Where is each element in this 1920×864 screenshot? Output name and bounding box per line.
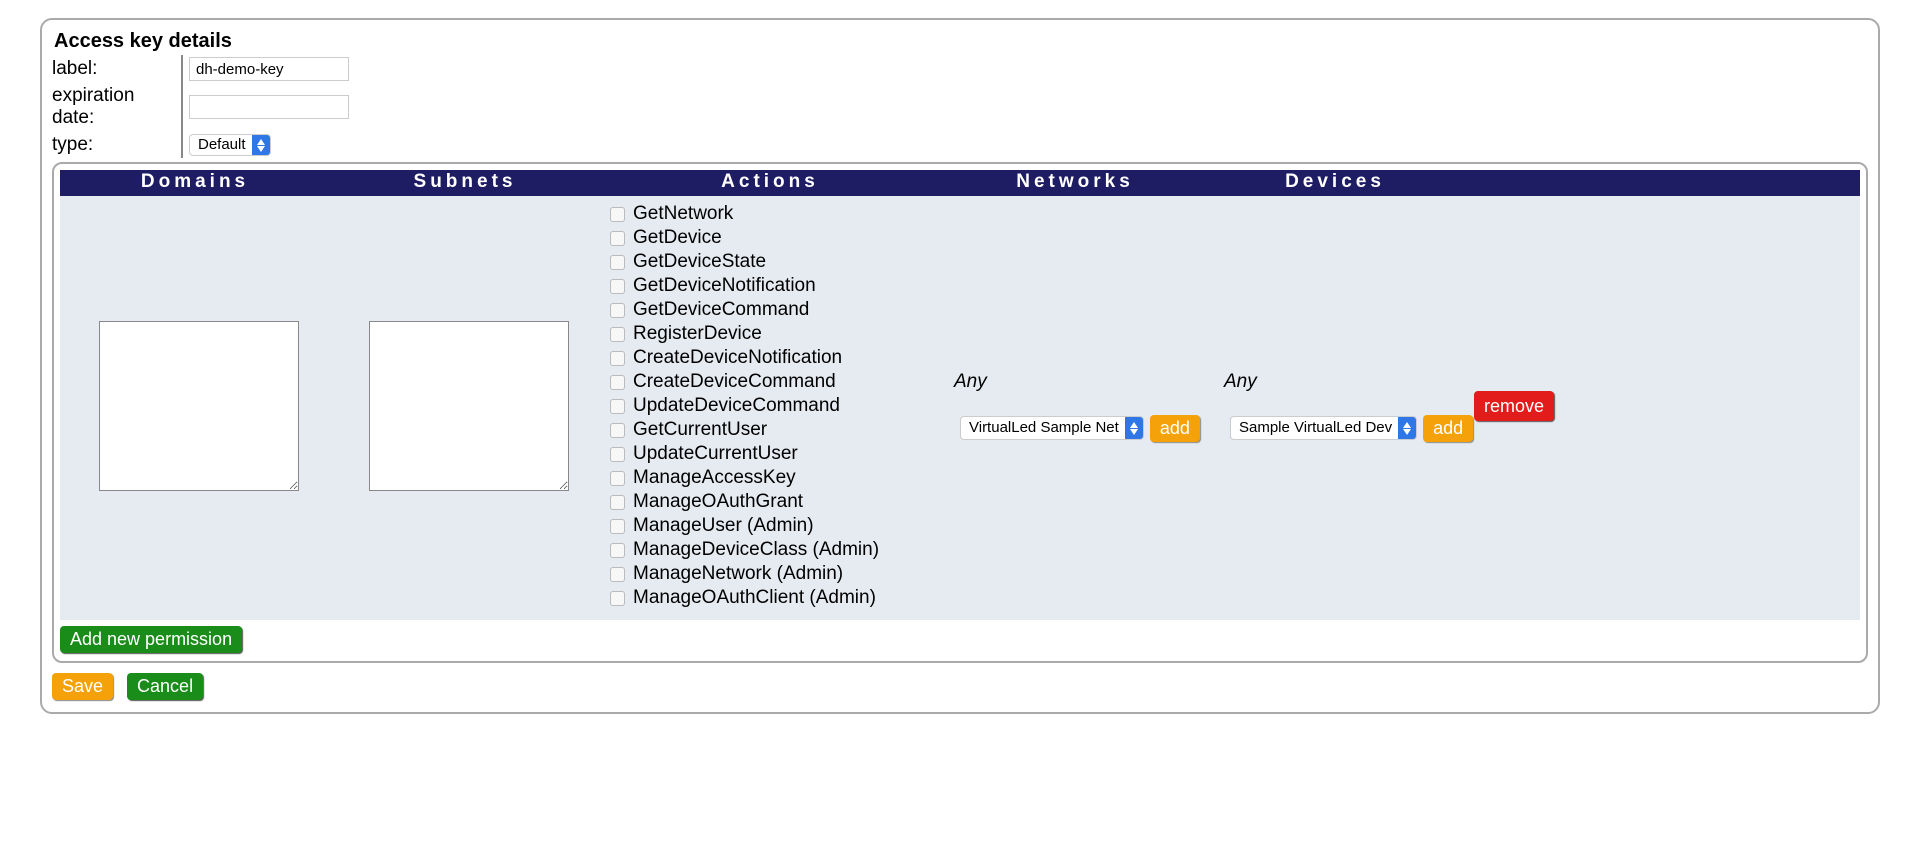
chevron-updown-icon bbox=[1125, 417, 1143, 439]
header-actions: Actions bbox=[600, 170, 940, 196]
action-row: UpdateDeviceCommand bbox=[610, 394, 840, 418]
page-title: Access key details bbox=[54, 30, 1868, 53]
action-label: ManageAccessKey bbox=[633, 466, 796, 490]
action-label: GetNetwork bbox=[633, 202, 733, 226]
action-row: ManageOAuthClient (Admin) bbox=[610, 586, 876, 610]
action-label: ManageUser (Admin) bbox=[633, 514, 814, 538]
header-devices: Devices bbox=[1210, 170, 1460, 196]
action-checkbox[interactable] bbox=[610, 591, 625, 606]
action-row: RegisterDevice bbox=[610, 322, 762, 346]
action-row: ManageNetwork (Admin) bbox=[610, 562, 843, 586]
permissions-panel: Domains Subnets Actions Networks Devices… bbox=[52, 162, 1868, 663]
action-row: GetDeviceState bbox=[610, 250, 766, 274]
type-select[interactable]: Default bbox=[189, 134, 271, 156]
action-label: GetDevice bbox=[633, 226, 722, 250]
type-caption: type: bbox=[52, 131, 182, 158]
action-checkbox[interactable] bbox=[610, 231, 625, 246]
action-label: ManageDeviceClass (Admin) bbox=[633, 538, 879, 562]
action-checkbox[interactable] bbox=[610, 375, 625, 390]
access-key-panel: Access key details label: expiration dat… bbox=[40, 18, 1880, 714]
action-row: CreateDeviceCommand bbox=[610, 370, 836, 394]
action-label: GetDeviceCommand bbox=[633, 298, 809, 322]
action-label: ManageNetwork (Admin) bbox=[633, 562, 843, 586]
action-checkbox[interactable] bbox=[610, 447, 625, 462]
chevron-updown-icon bbox=[1398, 417, 1416, 439]
header-networks: Networks bbox=[940, 170, 1210, 196]
action-row: GetDevice bbox=[610, 226, 722, 250]
remove-permission-button[interactable]: remove bbox=[1474, 391, 1554, 421]
action-checkbox[interactable] bbox=[610, 519, 625, 534]
chevron-updown-icon bbox=[252, 135, 270, 155]
label-caption: label: bbox=[52, 55, 182, 83]
action-row: ManageAccessKey bbox=[610, 466, 796, 490]
devices-any-label: Any bbox=[1224, 371, 1257, 393]
expiration-caption: expiration date: bbox=[52, 83, 182, 131]
add-new-permission-button[interactable]: Add new permission bbox=[60, 626, 242, 653]
add-network-button[interactable]: add bbox=[1150, 415, 1200, 442]
action-label: GetDeviceNotification bbox=[633, 274, 816, 298]
action-checkbox[interactable] bbox=[610, 495, 625, 510]
cancel-button[interactable]: Cancel bbox=[127, 673, 203, 700]
action-checkbox[interactable] bbox=[610, 471, 625, 486]
action-checkbox[interactable] bbox=[610, 543, 625, 558]
action-label: CreateDeviceNotification bbox=[633, 346, 842, 370]
subnets-textarea[interactable] bbox=[369, 321, 569, 491]
header-domains: Domains bbox=[60, 170, 330, 196]
networks-any-label: Any bbox=[954, 371, 987, 393]
label-input[interactable] bbox=[189, 57, 349, 81]
action-label: ManageOAuthGrant bbox=[633, 490, 803, 514]
action-row: ManageOAuthGrant bbox=[610, 490, 803, 514]
action-checkbox[interactable] bbox=[610, 567, 625, 582]
devices-select[interactable]: Sample VirtualLed Dev bbox=[1230, 416, 1417, 440]
action-checkbox[interactable] bbox=[610, 351, 625, 366]
save-button[interactable]: Save bbox=[52, 673, 113, 700]
action-row: GetNetwork bbox=[610, 202, 733, 226]
action-row: UpdateCurrentUser bbox=[610, 442, 798, 466]
action-label: UpdateDeviceCommand bbox=[633, 394, 840, 418]
domains-textarea[interactable] bbox=[99, 321, 299, 491]
action-label: UpdateCurrentUser bbox=[633, 442, 798, 466]
action-label: CreateDeviceCommand bbox=[633, 370, 836, 394]
expiration-input[interactable] bbox=[189, 95, 349, 119]
action-row: ManageDeviceClass (Admin) bbox=[610, 538, 879, 562]
action-label: GetCurrentUser bbox=[633, 418, 767, 442]
action-row: ManageUser (Admin) bbox=[610, 514, 814, 538]
action-row: CreateDeviceNotification bbox=[610, 346, 842, 370]
action-label: RegisterDevice bbox=[633, 322, 762, 346]
action-checkbox[interactable] bbox=[610, 423, 625, 438]
action-label: ManageOAuthClient (Admin) bbox=[633, 586, 876, 610]
action-checkbox[interactable] bbox=[610, 207, 625, 222]
action-checkbox[interactable] bbox=[610, 303, 625, 318]
action-row: GetDeviceNotification bbox=[610, 274, 816, 298]
action-label: GetDeviceState bbox=[633, 250, 766, 274]
action-checkbox[interactable] bbox=[610, 327, 625, 342]
action-row: GetCurrentUser bbox=[610, 418, 767, 442]
networks-select[interactable]: VirtualLed Sample Net bbox=[960, 416, 1144, 440]
action-checkbox[interactable] bbox=[610, 255, 625, 270]
header-subnets: Subnets bbox=[330, 170, 600, 196]
permission-row: GetNetworkGetDeviceGetDeviceStateGetDevi… bbox=[60, 196, 1860, 620]
action-row: GetDeviceCommand bbox=[610, 298, 809, 322]
details-form: label: expiration date: type: Default bbox=[52, 55, 355, 158]
action-checkbox[interactable] bbox=[610, 399, 625, 414]
permissions-header: Domains Subnets Actions Networks Devices bbox=[60, 170, 1860, 196]
action-checkbox[interactable] bbox=[610, 279, 625, 294]
